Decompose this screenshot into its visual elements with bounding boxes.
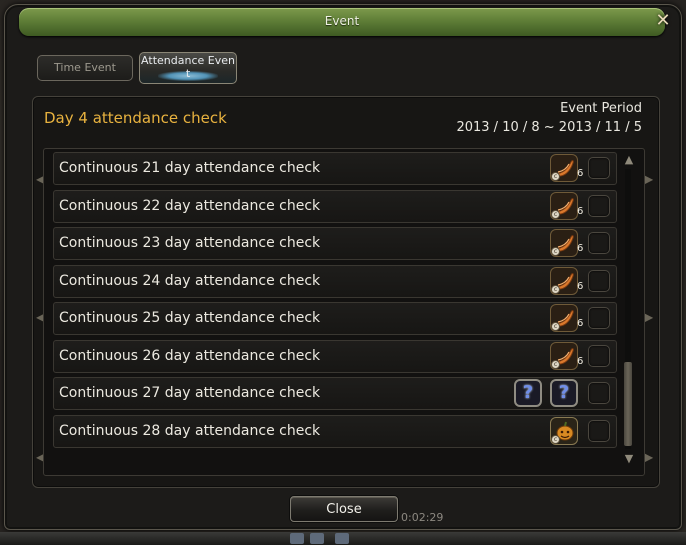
coin-icon: c xyxy=(551,172,560,181)
horn-icon[interactable]: c xyxy=(550,192,578,220)
pumpkin-icon[interactable]: c xyxy=(550,417,578,445)
scroll-up-icon[interactable]: ▲ xyxy=(619,154,639,166)
horn-icon[interactable]: c xyxy=(550,229,578,257)
reward-count: 6 xyxy=(577,168,584,179)
list-item: Continuous 21 day attendance check c 6 xyxy=(53,152,617,185)
list-item: Continuous 22 day attendance check c 6 xyxy=(53,190,617,223)
scroll-down-icon[interactable]: ▼ xyxy=(619,453,639,465)
claim-checkbox[interactable] xyxy=(588,195,610,217)
coin-icon: c xyxy=(551,285,560,294)
row-label: Continuous 23 day attendance check xyxy=(59,235,321,251)
close-icon[interactable]: ✕ xyxy=(652,10,674,32)
tab-time-event[interactable]: Time Event xyxy=(37,55,133,81)
hud-icon xyxy=(290,533,304,544)
hud-icon xyxy=(335,533,349,544)
horn-icon[interactable]: c xyxy=(550,267,578,295)
horn-icon[interactable]: c xyxy=(550,154,578,182)
list-item: Continuous 27 day attendance check ? ? xyxy=(53,377,617,410)
horn-icon[interactable]: c xyxy=(550,342,578,370)
reward-count: 6 xyxy=(577,281,584,292)
list-item: Continuous 25 day attendance check c 6 xyxy=(53,302,617,335)
question-icon[interactable]: ? xyxy=(514,379,542,407)
row-label: Continuous 28 day attendance check xyxy=(59,423,321,439)
title-bar[interactable]: Event xyxy=(19,8,665,36)
coin-icon: c xyxy=(551,322,560,331)
tab-attendance-event[interactable]: Attendance Even t xyxy=(139,52,237,84)
event-period-label: Event Period xyxy=(560,101,642,116)
row-label: Continuous 24 day attendance check xyxy=(59,273,321,289)
claim-checkbox[interactable] xyxy=(588,420,610,442)
bottom-hud-strip xyxy=(0,532,686,545)
tab-label: Time Event xyxy=(54,61,116,74)
scroll-thumb[interactable] xyxy=(624,362,632,446)
reward-count: 6 xyxy=(577,206,584,217)
attendance-list: Continuous 21 day attendance check c 6 C… xyxy=(43,148,645,476)
claim-checkbox[interactable] xyxy=(588,345,610,367)
day-title: Day 4 attendance check xyxy=(44,109,227,127)
row-label: Continuous 27 day attendance check xyxy=(59,385,321,401)
coin-icon: c xyxy=(551,247,560,256)
row-label: Continuous 26 day attendance check xyxy=(59,348,321,364)
claim-checkbox[interactable] xyxy=(588,232,610,254)
coin-icon: c xyxy=(551,210,560,219)
right-arrow-icon: ▶ xyxy=(644,172,654,186)
row-label: Continuous 25 day attendance check xyxy=(59,310,321,326)
timer: 0:02:29 xyxy=(401,511,444,524)
reward-count: 6 xyxy=(577,318,584,329)
close-button[interactable]: Close xyxy=(290,496,398,522)
reward-count: 6 xyxy=(577,356,584,367)
row-label: Continuous 21 day attendance check xyxy=(59,160,321,176)
list-item: Continuous 23 day attendance check c 6 xyxy=(53,227,617,260)
list-item: Continuous 28 day attendance check c xyxy=(53,415,617,448)
list-item: Continuous 24 day attendance check c 6 xyxy=(53,265,617,298)
coin-icon: c xyxy=(551,360,560,369)
claim-checkbox[interactable] xyxy=(588,270,610,292)
claim-checkbox[interactable] xyxy=(588,157,610,179)
right-arrow-icon: ▶ xyxy=(644,310,654,324)
question-icon[interactable]: ? xyxy=(550,379,578,407)
row-label: Continuous 22 day attendance check xyxy=(59,198,321,214)
coin-icon: c xyxy=(551,435,560,444)
tab-label: Attendance Even t xyxy=(141,54,235,80)
horn-icon[interactable]: c xyxy=(550,304,578,332)
right-arrow-icon: ▶ xyxy=(644,450,654,464)
claim-checkbox[interactable] xyxy=(588,307,610,329)
reward-count: 6 xyxy=(577,243,584,254)
list-scrollbar[interactable]: ▲ ▼ xyxy=(619,151,639,469)
event-period-range: 2013 / 10 / 8 ~ 2013 / 11 / 5 xyxy=(456,120,642,135)
hud-icon xyxy=(310,533,324,544)
list-item: Continuous 26 day attendance check c 6 xyxy=(53,340,617,373)
window-title: Event xyxy=(324,14,360,28)
claim-checkbox[interactable] xyxy=(588,382,610,404)
